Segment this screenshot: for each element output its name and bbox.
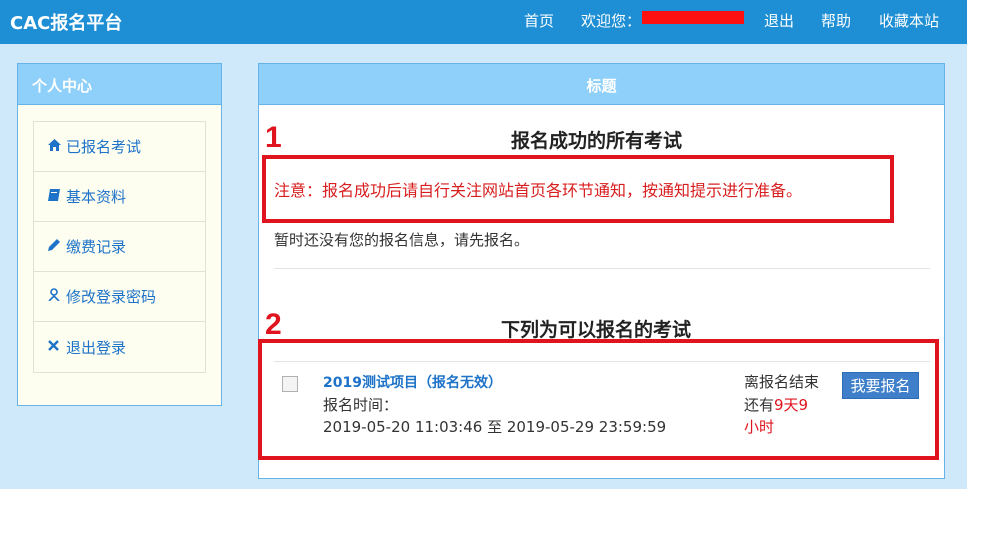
empty-registration-message: 暂时还没有您的报名信息，请先报名。 bbox=[274, 231, 530, 249]
sidebar-item-label: 修改登录密码 bbox=[66, 288, 157, 306]
brand-logo[interactable]: CAC报名平台 bbox=[10, 9, 122, 35]
annotation-box-2 bbox=[258, 339, 939, 460]
section-title-registered: 报名成功的所有考试 bbox=[511, 130, 683, 152]
sidebar-item-label: 退出登录 bbox=[66, 338, 127, 357]
annotation-number-2: 2 bbox=[265, 308, 282, 341]
sidebar-menu: 已报名考试 基本资料 缴费记录 修改登录密码 退出登录 bbox=[33, 121, 206, 373]
sidebar-item-logout[interactable]: 退出登录 bbox=[34, 322, 205, 372]
annotation-number-1: 1 bbox=[265, 121, 282, 154]
book-icon bbox=[48, 188, 66, 205]
panel-title: 标题 bbox=[259, 64, 944, 105]
user-icon bbox=[48, 288, 66, 305]
sidebar-item-basic-info[interactable]: 基本资料 bbox=[34, 172, 205, 222]
sidebar-item-label: 缴费记录 bbox=[66, 238, 127, 256]
section-title-available: 下列为可以报名的考试 bbox=[501, 319, 692, 341]
sidebar-item-payment-records[interactable]: 缴费记录 bbox=[34, 222, 205, 272]
sidebar-item-label: 基本资料 bbox=[66, 188, 127, 206]
sidebar-item-registered-exams[interactable]: 已报名考试 bbox=[34, 122, 205, 172]
username-redaction bbox=[642, 11, 744, 24]
nav-home-link[interactable]: 首页 bbox=[524, 10, 554, 31]
home-icon bbox=[48, 138, 66, 155]
nav-help-link[interactable]: 帮助 bbox=[821, 10, 851, 31]
top-navbar: CAC报名平台 首页 欢迎您： 退出 帮助 收藏本站 bbox=[0, 0, 967, 44]
nav-welcome-text: 欢迎您： bbox=[581, 12, 642, 30]
notice-text: 注意：报名成功后请自行关注网站首页各环节通知，按通知提示进行准备。 bbox=[274, 181, 803, 200]
nav-bookmark-link[interactable]: 收藏本站 bbox=[879, 10, 939, 31]
pencil-icon bbox=[48, 238, 66, 255]
nav-logout-link[interactable]: 退出 bbox=[764, 10, 794, 31]
sidebar-panel: 个人中心 已报名考试 基本资料 缴费记录 修改登录密码 退出登录 bbox=[17, 63, 222, 406]
sidebar-title: 个人中心 bbox=[18, 64, 221, 105]
sidebar-item-change-password[interactable]: 修改登录密码 bbox=[34, 272, 205, 322]
section-divider bbox=[274, 268, 930, 269]
close-icon bbox=[48, 339, 66, 355]
sidebar-item-label: 已报名考试 bbox=[66, 138, 142, 156]
